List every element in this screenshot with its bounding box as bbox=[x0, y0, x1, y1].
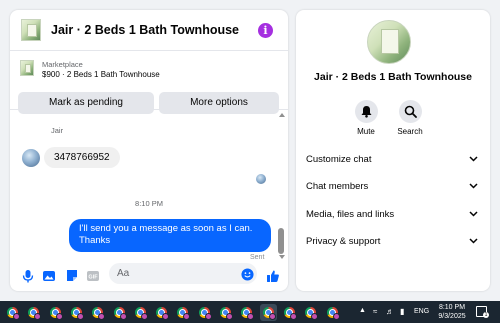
mute-button[interactable]: Mute bbox=[346, 100, 386, 136]
outgoing-message[interactable]: I'll send you a message as soon as I can… bbox=[69, 219, 271, 252]
battery-icon[interactable]: ▮ bbox=[400, 307, 404, 316]
clock-time: 8:10 PM bbox=[438, 304, 466, 311]
chrome-icon[interactable] bbox=[132, 304, 149, 321]
chat-panel: Jair · 2 Beds 1 Bath Townhouse i Marketp… bbox=[10, 10, 288, 291]
chrome-icon[interactable] bbox=[153, 304, 170, 321]
chrome-icon[interactable] bbox=[324, 304, 341, 321]
chrome-icon[interactable] bbox=[89, 304, 106, 321]
conversation-title: Jair · 2 Beds 1 Bath Townhouse bbox=[314, 71, 472, 83]
chrome-icon[interactable] bbox=[111, 304, 128, 321]
avatar[interactable] bbox=[22, 149, 40, 167]
chat-members-row[interactable]: Chat members bbox=[306, 176, 480, 198]
row-label: Media, files and links bbox=[306, 209, 395, 220]
chrome-icon[interactable] bbox=[302, 304, 319, 321]
row-label: Privacy & support bbox=[306, 236, 381, 247]
scroll-up-arrow-icon[interactable] bbox=[279, 113, 285, 117]
chrome-icon[interactable] bbox=[25, 304, 42, 321]
chrome-icon[interactable] bbox=[47, 304, 64, 321]
scrollbar[interactable] bbox=[278, 113, 285, 261]
chevron-down-icon bbox=[469, 156, 478, 162]
scroll-thumb[interactable] bbox=[278, 228, 284, 254]
listing-bar: Marketplace $900 · 2 Beds 1 Bath Townhou… bbox=[10, 52, 288, 114]
search-button[interactable]: Search bbox=[390, 100, 430, 136]
emoji-icon[interactable] bbox=[241, 268, 254, 281]
chevron-down-icon bbox=[469, 183, 478, 189]
chevron-down-icon bbox=[469, 211, 478, 217]
listing-name[interactable]: $900 · 2 Beds 1 Bath Townhouse bbox=[42, 70, 160, 79]
scroll-down-arrow-icon[interactable] bbox=[279, 255, 285, 259]
thumbs-up-icon[interactable] bbox=[266, 269, 280, 283]
message-input[interactable] bbox=[109, 263, 257, 284]
chrome-icon[interactable] bbox=[259, 304, 277, 321]
media-files-links-row[interactable]: Media, files and links bbox=[306, 204, 480, 226]
taskbar: ▲ ≈ ♬ ▮ ENG 8:10 PM 9/3/2025 1 bbox=[0, 301, 500, 323]
language-indicator[interactable]: ENG bbox=[414, 308, 429, 315]
incoming-message[interactable]: 3478766952 bbox=[44, 147, 120, 168]
listing-thumbnail-small[interactable] bbox=[20, 60, 34, 76]
bell-icon bbox=[361, 106, 371, 118]
row-label: Customize chat bbox=[306, 154, 372, 165]
chrome-icon[interactable] bbox=[68, 304, 85, 321]
clock[interactable]: 8:10 PM 9/3/2025 bbox=[438, 303, 466, 321]
chrome-icon[interactable] bbox=[4, 304, 21, 321]
listing-photo[interactable] bbox=[367, 20, 411, 64]
seen-avatar bbox=[256, 174, 266, 184]
chrome-icon[interactable] bbox=[217, 304, 234, 321]
time-separator: 8:10 PM bbox=[135, 199, 163, 208]
photo-icon[interactable] bbox=[42, 269, 56, 283]
customize-chat-row[interactable]: Customize chat bbox=[306, 149, 480, 171]
sent-status: Sent bbox=[250, 254, 265, 261]
chat-header: Jair · 2 Beds 1 Bath Townhouse i bbox=[10, 10, 288, 51]
composer: GIF bbox=[10, 261, 288, 291]
listing-thumbnail[interactable] bbox=[21, 19, 41, 41]
clock-date: 9/3/2025 bbox=[438, 313, 466, 320]
search-icon bbox=[404, 105, 417, 118]
svg-text:GIF: GIF bbox=[88, 275, 98, 281]
privacy-support-row[interactable]: Privacy & support bbox=[306, 231, 480, 253]
chrome-icon[interactable] bbox=[238, 304, 255, 321]
chat-title[interactable]: Jair · 2 Beds 1 Bath Townhouse bbox=[51, 23, 239, 37]
chrome-icon[interactable] bbox=[196, 304, 213, 321]
notification-badge: 1 bbox=[483, 312, 489, 318]
microphone-icon[interactable] bbox=[21, 269, 35, 283]
sender-name: Jair bbox=[51, 126, 64, 135]
chrome-icon[interactable] bbox=[174, 304, 191, 321]
gif-icon[interactable]: GIF bbox=[86, 269, 100, 283]
sticker-icon[interactable] bbox=[65, 269, 79, 283]
mute-label: Mute bbox=[357, 127, 375, 136]
chrome-icon[interactable] bbox=[281, 304, 298, 321]
conversation-info-panel: Jair · 2 Beds 1 Bath Townhouse Mute Sear… bbox=[296, 10, 490, 291]
info-icon[interactable]: i bbox=[258, 23, 273, 38]
chevron-up-icon[interactable]: ▲ bbox=[359, 307, 366, 314]
search-label: Search bbox=[397, 127, 423, 136]
volume-icon[interactable]: ♬ bbox=[386, 307, 394, 316]
chevron-down-icon bbox=[469, 238, 478, 244]
row-label: Chat members bbox=[306, 181, 369, 192]
wifi-icon[interactable]: ≈ bbox=[373, 307, 377, 316]
message-list[interactable]: Jair 3478766952 8:10 PM I'll send you a … bbox=[10, 111, 288, 261]
listing-category: Marketplace bbox=[42, 60, 83, 69]
